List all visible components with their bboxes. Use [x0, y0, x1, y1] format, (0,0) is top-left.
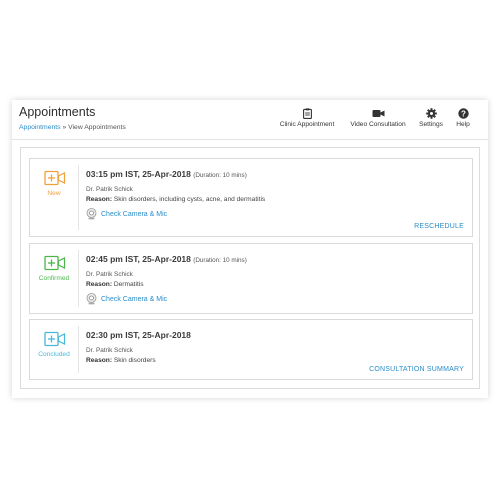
doctor-name: Dr. Patrik Schick: [86, 271, 133, 278]
appointment-time: 03:15 pm IST, 25-Apr-2018 (Duration: 10 …: [86, 169, 247, 179]
settings-button[interactable]: Settings: [415, 108, 447, 128]
card-divider: [78, 250, 79, 307]
video-consult-icon: [44, 170, 66, 186]
consultation-summary-link[interactable]: CONSULTATION SUMMARY: [369, 366, 464, 373]
breadcrumb-current: View Appointments: [68, 124, 126, 131]
appointment-duration: (Duration: 10 mins): [193, 172, 247, 179]
status-badge: New: [47, 190, 61, 197]
appointment-time: 02:45 pm IST, 25-Apr-2018 (Duration: 10 …: [86, 254, 247, 264]
breadcrumb: Appointments » View Appointments: [19, 124, 126, 131]
appointment-time-text: 02:30 pm IST, 25-Apr-2018: [86, 330, 191, 340]
reschedule-link[interactable]: RESCHEDULE: [414, 223, 464, 230]
help-button[interactable]: ? Help: [450, 108, 476, 128]
breadcrumb-link-appointments[interactable]: Appointments: [19, 124, 61, 131]
check-camera-mic-link[interactable]: Check Camera & Mic: [86, 293, 167, 305]
help-icon: ?: [457, 108, 469, 119]
appointment-card: New 03:15 pm IST, 25-Apr-2018 (Duration:…: [29, 158, 473, 237]
status-block: Concluded: [30, 320, 78, 379]
appointment-card: Concluded 02:30 pm IST, 25-Apr-2018 Dr. …: [29, 319, 473, 380]
reason-text: Dermatitis: [113, 281, 144, 288]
appointment-card: Confirmed 02:45 pm IST, 25-Apr-2018 (Dur…: [29, 243, 473, 314]
video-camera-icon: [372, 110, 384, 117]
video-consult-icon: [44, 331, 66, 347]
status-block: New: [30, 159, 78, 236]
reason-label: Reason:: [86, 281, 113, 288]
page-header: Appointments Appointments » View Appoint…: [12, 100, 488, 140]
appointment-duration: (Duration: 10 mins): [193, 257, 247, 264]
reason-label: Reason:: [86, 357, 113, 364]
check-camera-mic-label: Check Camera & Mic: [101, 210, 168, 218]
appointment-time-text: 03:15 pm IST, 25-Apr-2018: [86, 169, 191, 179]
settings-label: Settings: [419, 121, 443, 128]
appointment-time-text: 02:45 pm IST, 25-Apr-2018: [86, 254, 191, 264]
appointment-reason: Reason: Dermatitis: [86, 281, 144, 288]
webcam-icon: [86, 208, 97, 220]
check-camera-mic-label: Check Camera & Mic: [101, 295, 168, 303]
appointment-time: 02:30 pm IST, 25-Apr-2018: [86, 330, 191, 340]
video-consult-icon: [44, 255, 66, 271]
doctor-name: Dr. Patrik Schick: [86, 347, 133, 354]
webcam-icon: [86, 293, 97, 305]
svg-text:?: ?: [461, 109, 466, 118]
video-consultation-button[interactable]: Video Consultation: [346, 108, 410, 128]
breadcrumb-separator: »: [60, 124, 69, 131]
card-divider: [78, 326, 79, 373]
appointment-reason: Reason: Skin disorders: [86, 357, 156, 364]
status-badge: Confirmed: [38, 275, 70, 282]
help-label: Help: [456, 121, 470, 128]
appointment-reason: Reason: Skin disorders, including cysts,…: [86, 196, 265, 203]
appointments-panel: Appointments Appointments » View Appoint…: [12, 100, 488, 398]
video-consultation-label: Video Consultation: [350, 121, 406, 128]
clinic-appointment-button[interactable]: Clinic Appointment: [275, 108, 339, 128]
page-title: Appointments: [19, 105, 96, 119]
reason-label: Reason:: [86, 196, 113, 203]
reason-text: Skin disorders: [113, 357, 156, 364]
card-divider: [78, 165, 79, 230]
doctor-name: Dr. Patrik Schick: [86, 186, 133, 193]
status-badge: Concluded: [38, 351, 70, 358]
clinic-appointment-label: Clinic Appointment: [279, 121, 335, 128]
reason-text: Skin disorders, including cysts, acne, a…: [113, 196, 266, 203]
appointments-list: New 03:15 pm IST, 25-Apr-2018 (Duration:…: [20, 147, 480, 389]
status-block: Confirmed: [30, 244, 78, 313]
gear-icon: [425, 108, 437, 119]
check-camera-mic-link[interactable]: Check Camera & Mic: [86, 208, 167, 220]
clipboard-icon: [302, 108, 312, 119]
